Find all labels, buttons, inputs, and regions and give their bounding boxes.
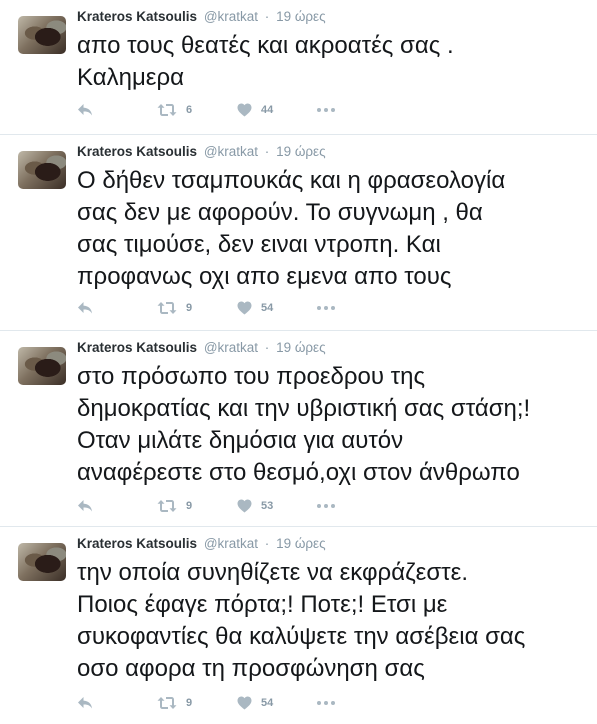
more-button[interactable] bbox=[317, 298, 335, 318]
heart-icon bbox=[237, 499, 252, 513]
reply-button[interactable] bbox=[77, 100, 93, 120]
author-name[interactable]: Krateros Katsoulis bbox=[77, 9, 197, 24]
heart-icon bbox=[237, 696, 252, 710]
reply-button[interactable] bbox=[77, 693, 93, 713]
tweet[interactable]: Krateros Katsoulis @kratkat · 19 ώρες Ο … bbox=[0, 135, 597, 331]
separator: · bbox=[264, 340, 270, 355]
avatar[interactable] bbox=[18, 347, 66, 385]
retweet-icon bbox=[157, 103, 177, 117]
reply-icon bbox=[77, 696, 93, 710]
tweet-header: Krateros Katsoulis @kratkat · 19 ώρες bbox=[77, 535, 326, 553]
separator: · bbox=[264, 9, 270, 24]
like-button[interactable]: 53 bbox=[237, 496, 273, 516]
like-count: 54 bbox=[261, 302, 274, 314]
tweet-header: Krateros Katsoulis @kratkat · 19 ώρες bbox=[77, 339, 326, 357]
more-button[interactable] bbox=[317, 496, 335, 516]
more-icon bbox=[317, 108, 335, 112]
retweet-icon bbox=[157, 499, 177, 513]
avatar[interactable] bbox=[18, 151, 66, 189]
like-button[interactable]: 54 bbox=[237, 298, 273, 318]
retweet-button[interactable]: 9 bbox=[157, 693, 192, 713]
timestamp[interactable]: 19 ώρες bbox=[276, 340, 326, 355]
author-handle[interactable]: @kratkat bbox=[204, 536, 258, 551]
reply-button[interactable] bbox=[77, 298, 93, 318]
author-handle[interactable]: @kratkat bbox=[204, 144, 258, 159]
tweet-text: Ο δήθεν τσαμπουκάς και η φρασεολογία σας… bbox=[77, 167, 506, 290]
author-handle[interactable]: @kratkat bbox=[204, 340, 258, 355]
heart-icon bbox=[237, 103, 252, 117]
like-button[interactable]: 44 bbox=[237, 100, 273, 120]
more-button[interactable] bbox=[317, 100, 335, 120]
author-name[interactable]: Krateros Katsoulis bbox=[77, 144, 197, 159]
tweet-header: Krateros Katsoulis @kratkat · 19 ώρες bbox=[77, 8, 326, 26]
tweet-header: Krateros Katsoulis @kratkat · 19 ώρες bbox=[77, 143, 326, 161]
retweet-button[interactable]: 9 bbox=[157, 496, 192, 516]
like-button[interactable]: 54 bbox=[237, 693, 273, 713]
timestamp[interactable]: 19 ώρες bbox=[276, 144, 326, 159]
more-button[interactable] bbox=[317, 693, 335, 713]
avatar[interactable] bbox=[18, 543, 66, 581]
tweet-text: στο πρόσωπο του προεδρου της δημοκρατίας… bbox=[77, 363, 531, 486]
retweet-count: 9 bbox=[186, 697, 193, 709]
reply-icon bbox=[77, 301, 93, 315]
like-count: 44 bbox=[261, 104, 274, 116]
author-handle[interactable]: @kratkat bbox=[204, 9, 258, 24]
retweet-icon bbox=[157, 696, 177, 710]
tweet-text: την οποία συνηθίζετε να εκφράζεστε. Ποιο… bbox=[77, 559, 526, 682]
like-count: 53 bbox=[261, 500, 274, 512]
more-icon bbox=[317, 504, 335, 508]
reply-icon bbox=[77, 103, 93, 117]
tweet-feed: Krateros Katsoulis @kratkat · 19 ώρες απ… bbox=[0, 0, 597, 724]
retweet-count: 9 bbox=[186, 500, 193, 512]
separator: · bbox=[264, 536, 270, 551]
retweet-count: 9 bbox=[186, 302, 193, 314]
author-name[interactable]: Krateros Katsoulis bbox=[77, 536, 197, 551]
retweet-button[interactable]: 6 bbox=[157, 100, 192, 120]
reply-button[interactable] bbox=[77, 496, 93, 516]
tweet-text: απο τους θεατές και ακροατές σας . Καλημ… bbox=[77, 32, 454, 91]
timestamp[interactable]: 19 ώρες bbox=[276, 9, 326, 24]
heart-icon bbox=[237, 301, 252, 315]
more-icon bbox=[317, 701, 335, 705]
retweet-icon bbox=[157, 301, 177, 315]
tweet[interactable]: Krateros Katsoulis @kratkat · 19 ώρες τη… bbox=[0, 527, 597, 724]
reply-icon bbox=[77, 499, 93, 513]
tweet[interactable]: Krateros Katsoulis @kratkat · 19 ώρες στ… bbox=[0, 331, 597, 527]
retweet-button[interactable]: 9 bbox=[157, 298, 192, 318]
like-count: 54 bbox=[261, 697, 274, 709]
separator: · bbox=[264, 144, 270, 159]
timestamp[interactable]: 19 ώρες bbox=[276, 536, 326, 551]
avatar[interactable] bbox=[18, 16, 66, 54]
retweet-count: 6 bbox=[186, 104, 193, 116]
more-icon bbox=[317, 306, 335, 310]
author-name[interactable]: Krateros Katsoulis bbox=[77, 340, 197, 355]
tweet[interactable]: Krateros Katsoulis @kratkat · 19 ώρες απ… bbox=[0, 0, 597, 135]
